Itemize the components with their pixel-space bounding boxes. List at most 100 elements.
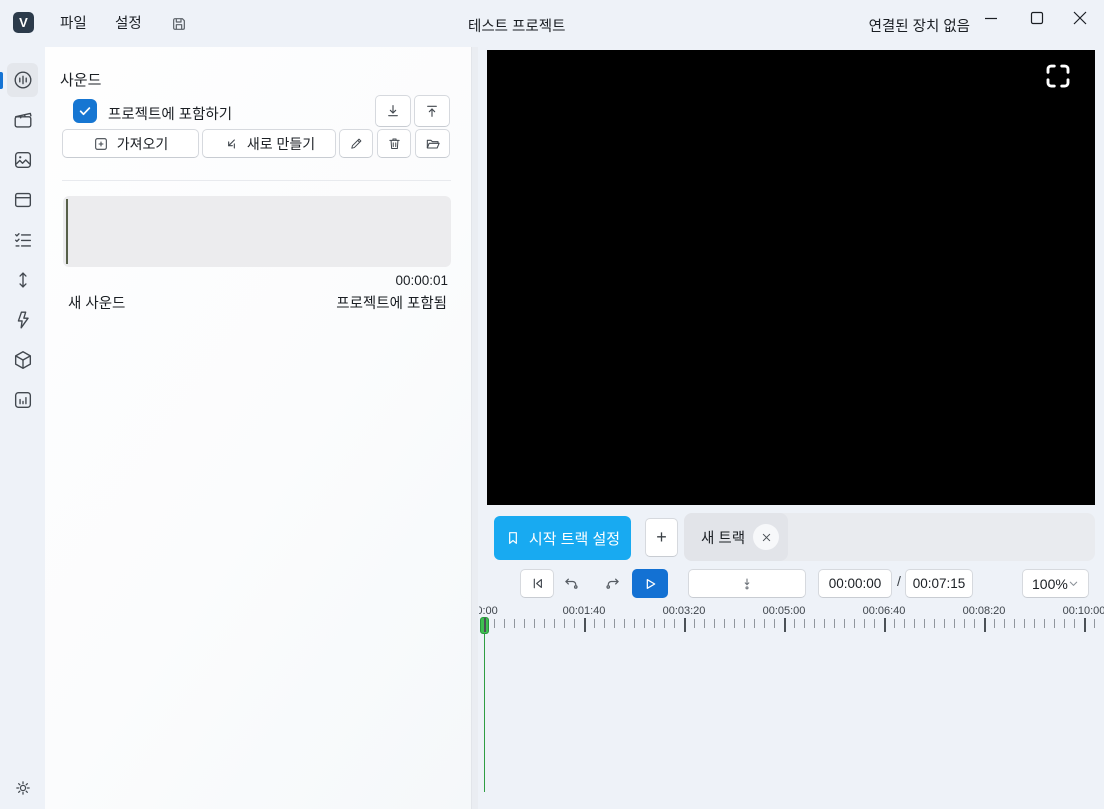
ruler-tick (574, 619, 575, 628)
time-separator: / (897, 573, 901, 589)
menu-file[interactable]: 파일 (60, 15, 87, 33)
close-icon (1073, 11, 1087, 25)
ruler-tick (654, 619, 655, 628)
sidebar-item-stats[interactable] (7, 383, 38, 417)
import-button-label: 가져오기 (116, 135, 169, 152)
ruler-tick (524, 619, 525, 628)
sound-item-duration: 00:00:01 (395, 273, 448, 288)
sidebar-item-video[interactable] (7, 103, 38, 137)
zoom-level-value: 100% (1032, 575, 1068, 592)
ruler-tick (664, 619, 665, 628)
sidebar-item-window[interactable] (7, 183, 38, 217)
undo-button[interactable] (560, 571, 582, 595)
ruler-tick (514, 619, 515, 628)
ruler-tick (1044, 619, 1045, 628)
sidebar-item-motion[interactable] (7, 263, 38, 297)
create-new-button[interactable]: 새로 만들기 (202, 129, 336, 158)
upload-icon (427, 105, 437, 117)
ruler-tick (874, 619, 875, 628)
sidebar-settings[interactable] (7, 771, 38, 805)
ruler-tick (964, 619, 965, 628)
maximize-button[interactable] (1020, 4, 1054, 32)
ruler-tick (814, 619, 815, 628)
lightning-icon (17, 311, 29, 329)
close-track-button[interactable] (753, 524, 780, 550)
ruler-tick (824, 619, 825, 628)
waveform-line (66, 199, 68, 264)
panel-scrollbar[interactable] (471, 47, 478, 809)
timeline-ruler[interactable]: 00:00 00:01:40 00:03:20 00:05:00 00:06:40 00:… (479, 602, 1104, 809)
play-icon (646, 578, 656, 589)
ruler-tick (554, 619, 555, 628)
ruler-tick (734, 619, 735, 628)
set-start-track-button[interactable]: 시작 트랙 설정 (494, 516, 631, 560)
ruler-tick (784, 618, 786, 632)
sidebar-item-checklist[interactable] (7, 223, 38, 257)
ruler-tick (724, 619, 725, 628)
close-track-icon (762, 533, 770, 541)
playhead-marker-field[interactable] (688, 569, 806, 598)
video-preview[interactable] (487, 50, 1095, 505)
ruler-tick (774, 619, 775, 628)
sidebar-item-assets[interactable] (7, 343, 38, 377)
sidebar-selected-indicator (0, 72, 3, 89)
save-icon[interactable] (171, 16, 187, 32)
minimize-button[interactable] (974, 4, 1008, 32)
sidebar-item-image[interactable] (7, 143, 38, 177)
ruler-label: 00:08:20 (962, 605, 1006, 617)
check-icon (79, 107, 91, 116)
bar-chart-icon (14, 391, 31, 409)
ruler-tick (584, 618, 586, 632)
ruler-tick (1034, 619, 1035, 628)
sound-item-status: 프로젝트에 포함됨 (336, 296, 447, 312)
ruler-label: 00:01:40 (562, 605, 606, 617)
sidebar-item-effects[interactable] (7, 303, 38, 337)
ruler-tick (804, 619, 805, 628)
download-button[interactable] (375, 95, 411, 127)
ruler-tick (834, 619, 835, 628)
ruler-tick (484, 618, 486, 632)
ruler-tick (544, 619, 545, 628)
edit-button[interactable] (339, 129, 373, 158)
ruler-tick (754, 619, 755, 628)
ruler-tick (1094, 619, 1095, 628)
ruler-tick (844, 619, 845, 628)
close-button[interactable] (1063, 4, 1097, 32)
ruler-tick (594, 619, 595, 628)
ruler-tick (624, 619, 625, 628)
undo-icon (564, 578, 578, 589)
ruler-tick (604, 619, 605, 628)
ruler-tick (1064, 619, 1065, 628)
clapperboard-icon (14, 112, 32, 128)
window-panel-icon (14, 192, 31, 208)
ruler-tick (534, 619, 535, 628)
fullscreen-button[interactable] (1040, 58, 1076, 94)
upload-button[interactable] (414, 95, 450, 127)
redo-button[interactable] (601, 571, 623, 595)
sound-item-waveform[interactable] (63, 196, 451, 267)
delete-button[interactable] (377, 129, 411, 158)
ruler-tick (924, 619, 925, 628)
folder-icon (426, 139, 440, 149)
play-button[interactable] (632, 569, 668, 598)
total-time-field[interactable]: 00:07:15 (905, 569, 973, 598)
maximize-icon (1030, 11, 1044, 25)
zoom-level-dropdown[interactable]: 100% (1022, 569, 1089, 598)
ruler-label: 00:03:20 (662, 605, 706, 617)
open-folder-button[interactable] (415, 129, 450, 158)
ruler-tick (1014, 619, 1015, 628)
redo-icon (605, 578, 619, 589)
ruler-tick (894, 619, 895, 628)
ruler-tick (884, 618, 886, 632)
sidebar-item-sound[interactable] (7, 63, 38, 97)
include-in-project-checkbox[interactable] (73, 99, 97, 123)
skip-to-start-button[interactable] (520, 569, 554, 598)
add-track-button[interactable]: + (645, 518, 678, 557)
ruler-tick (1024, 619, 1025, 628)
import-button[interactable]: 가져오기 (62, 129, 199, 158)
ruler-tick (854, 619, 855, 628)
current-time-field[interactable]: 00:00:00 (818, 569, 892, 598)
menu-settings[interactable]: 설정 (115, 15, 142, 33)
image-icon (14, 151, 31, 169)
track-tab-new-track[interactable]: 새 트랙 (684, 513, 788, 561)
